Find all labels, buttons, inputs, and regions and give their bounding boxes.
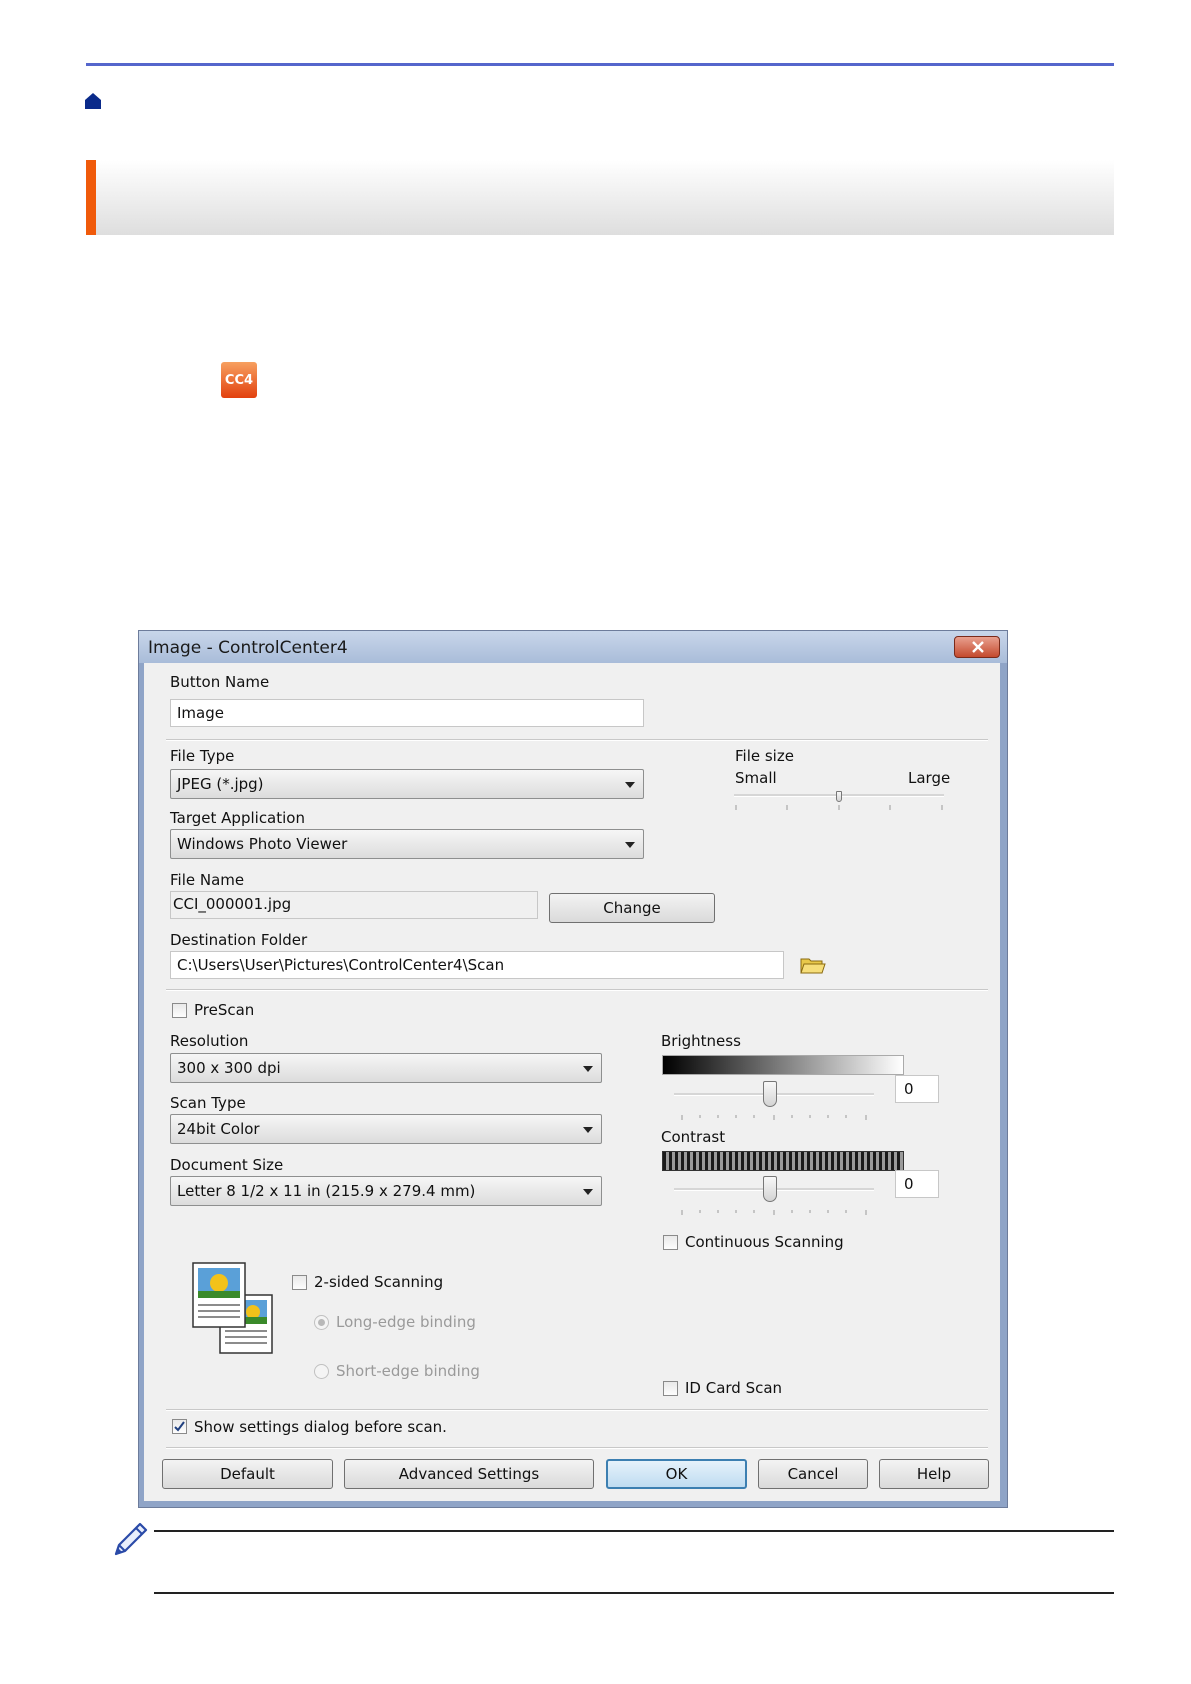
- long-edge-binding-radio[interactable]: [314, 1315, 329, 1330]
- chevron-down-icon: [625, 782, 635, 788]
- section-title-bar: [86, 160, 1114, 235]
- contrast-ticks: [681, 1210, 867, 1215]
- show-settings-checkbox[interactable]: [172, 1419, 187, 1434]
- short-edge-binding-label: Short-edge binding: [336, 1362, 480, 1380]
- chevron-down-icon: [583, 1127, 593, 1133]
- two-sided-scanning-checkbox[interactable]: [292, 1275, 307, 1290]
- contrast-pattern: [662, 1151, 904, 1171]
- prescan-label: PreScan: [194, 1001, 255, 1019]
- resolution-value: 300 x 300 dpi: [177, 1059, 281, 1077]
- brightness-slider-thumb[interactable]: [763, 1081, 777, 1107]
- dialog-title: Image - ControlCenter4: [148, 638, 348, 658]
- separator: [166, 989, 988, 991]
- default-button[interactable]: Default: [162, 1459, 333, 1489]
- document-size-value: Letter 8 1/2 x 11 in (215.9 x 279.4 mm): [177, 1182, 476, 1200]
- brightness-label: Brightness: [661, 1032, 741, 1050]
- two-sided-scanning-label: 2-sided Scanning: [314, 1273, 444, 1291]
- contrast-slider-thumb[interactable]: [763, 1176, 777, 1202]
- contrast-label: Contrast: [661, 1128, 726, 1146]
- check-icon: [174, 1421, 185, 1432]
- target-app-value: Windows Photo Viewer: [177, 835, 348, 853]
- prescan-checkbox[interactable]: [172, 1003, 187, 1018]
- destination-input[interactable]: C:\Users\User\Pictures\ControlCenter4\Sc…: [170, 951, 784, 979]
- change-button[interactable]: Change: [549, 893, 715, 923]
- controlcenter4-icon: CC4: [221, 362, 257, 398]
- contrast-value-input[interactable]: 0: [895, 1170, 939, 1198]
- resolution-select[interactable]: 300 x 300 dpi: [170, 1053, 602, 1083]
- scan-type-label: Scan Type: [170, 1094, 246, 1112]
- separator: [166, 1409, 988, 1411]
- chevron-down-icon: [583, 1189, 593, 1195]
- document-size-label: Document Size: [170, 1156, 284, 1174]
- continuous-scanning-label: Continuous Scanning: [685, 1233, 844, 1251]
- svg-text:CC4: CC4: [225, 373, 253, 388]
- ok-button[interactable]: OK: [606, 1459, 747, 1489]
- close-button[interactable]: [954, 636, 1000, 658]
- separator: [166, 1447, 988, 1449]
- destination-label: Destination Folder: [170, 931, 308, 949]
- pencil-icon: [114, 1522, 148, 1556]
- home-icon[interactable]: [84, 92, 102, 110]
- file-type-value: JPEG (*.jpg): [177, 775, 264, 793]
- target-app-select[interactable]: Windows Photo Viewer: [170, 829, 644, 859]
- short-edge-binding-radio[interactable]: [314, 1364, 329, 1379]
- resolution-label: Resolution: [170, 1032, 249, 1050]
- file-name-label: File Name: [170, 871, 245, 889]
- separator: [166, 739, 988, 741]
- dialog-titlebar: Image - ControlCenter4: [139, 631, 1007, 663]
- brightness-gradient: [662, 1055, 904, 1075]
- file-type-label: File Type: [170, 747, 235, 765]
- scan-type-select[interactable]: 24bit Color: [170, 1114, 602, 1144]
- close-icon: [972, 641, 984, 653]
- brightness-ticks: [681, 1115, 867, 1120]
- id-card-scan-checkbox[interactable]: [663, 1381, 678, 1396]
- file-size-slider-thumb[interactable]: [836, 791, 842, 802]
- cancel-button[interactable]: Cancel: [758, 1459, 868, 1489]
- id-card-scan-label: ID Card Scan: [685, 1379, 783, 1397]
- title-accent: [86, 160, 96, 235]
- brightness-value-input[interactable]: 0: [895, 1075, 939, 1103]
- scan-type-value: 24bit Color: [177, 1120, 260, 1138]
- duplex-pages-icon: [192, 1262, 273, 1354]
- advanced-settings-button[interactable]: Advanced Settings: [344, 1459, 594, 1489]
- file-size-ticks: [735, 805, 943, 810]
- file-size-label: File size: [735, 747, 794, 765]
- file-name-input: CCI_000001.jpg: [170, 891, 538, 919]
- note-bottom-rule: [154, 1592, 1114, 1594]
- file-size-small-label: Small: [735, 769, 777, 787]
- chevron-down-icon: [625, 842, 635, 848]
- top-rule: [86, 63, 1114, 66]
- button-name-label: Button Name: [170, 673, 270, 691]
- file-size-large-label: Large: [908, 769, 951, 787]
- dialog-client: Button Name Image File Type JPEG (*.jpg)…: [144, 663, 1000, 1501]
- file-type-select[interactable]: JPEG (*.jpg): [170, 769, 644, 799]
- continuous-scanning-checkbox[interactable]: [663, 1235, 678, 1250]
- button-name-input[interactable]: Image: [170, 699, 644, 727]
- show-settings-label: Show settings dialog before scan.: [194, 1418, 447, 1436]
- chevron-down-icon: [583, 1066, 593, 1072]
- long-edge-binding-label: Long-edge binding: [336, 1313, 476, 1331]
- note-top-rule: [154, 1530, 1114, 1532]
- folder-icon[interactable]: [800, 955, 826, 975]
- target-app-label: Target Application: [170, 809, 305, 827]
- document-size-select[interactable]: Letter 8 1/2 x 11 in (215.9 x 279.4 mm): [170, 1176, 602, 1206]
- help-button[interactable]: Help: [879, 1459, 989, 1489]
- scan-settings-dialog: Image - ControlCenter4 Button Name Image…: [138, 630, 1008, 1508]
